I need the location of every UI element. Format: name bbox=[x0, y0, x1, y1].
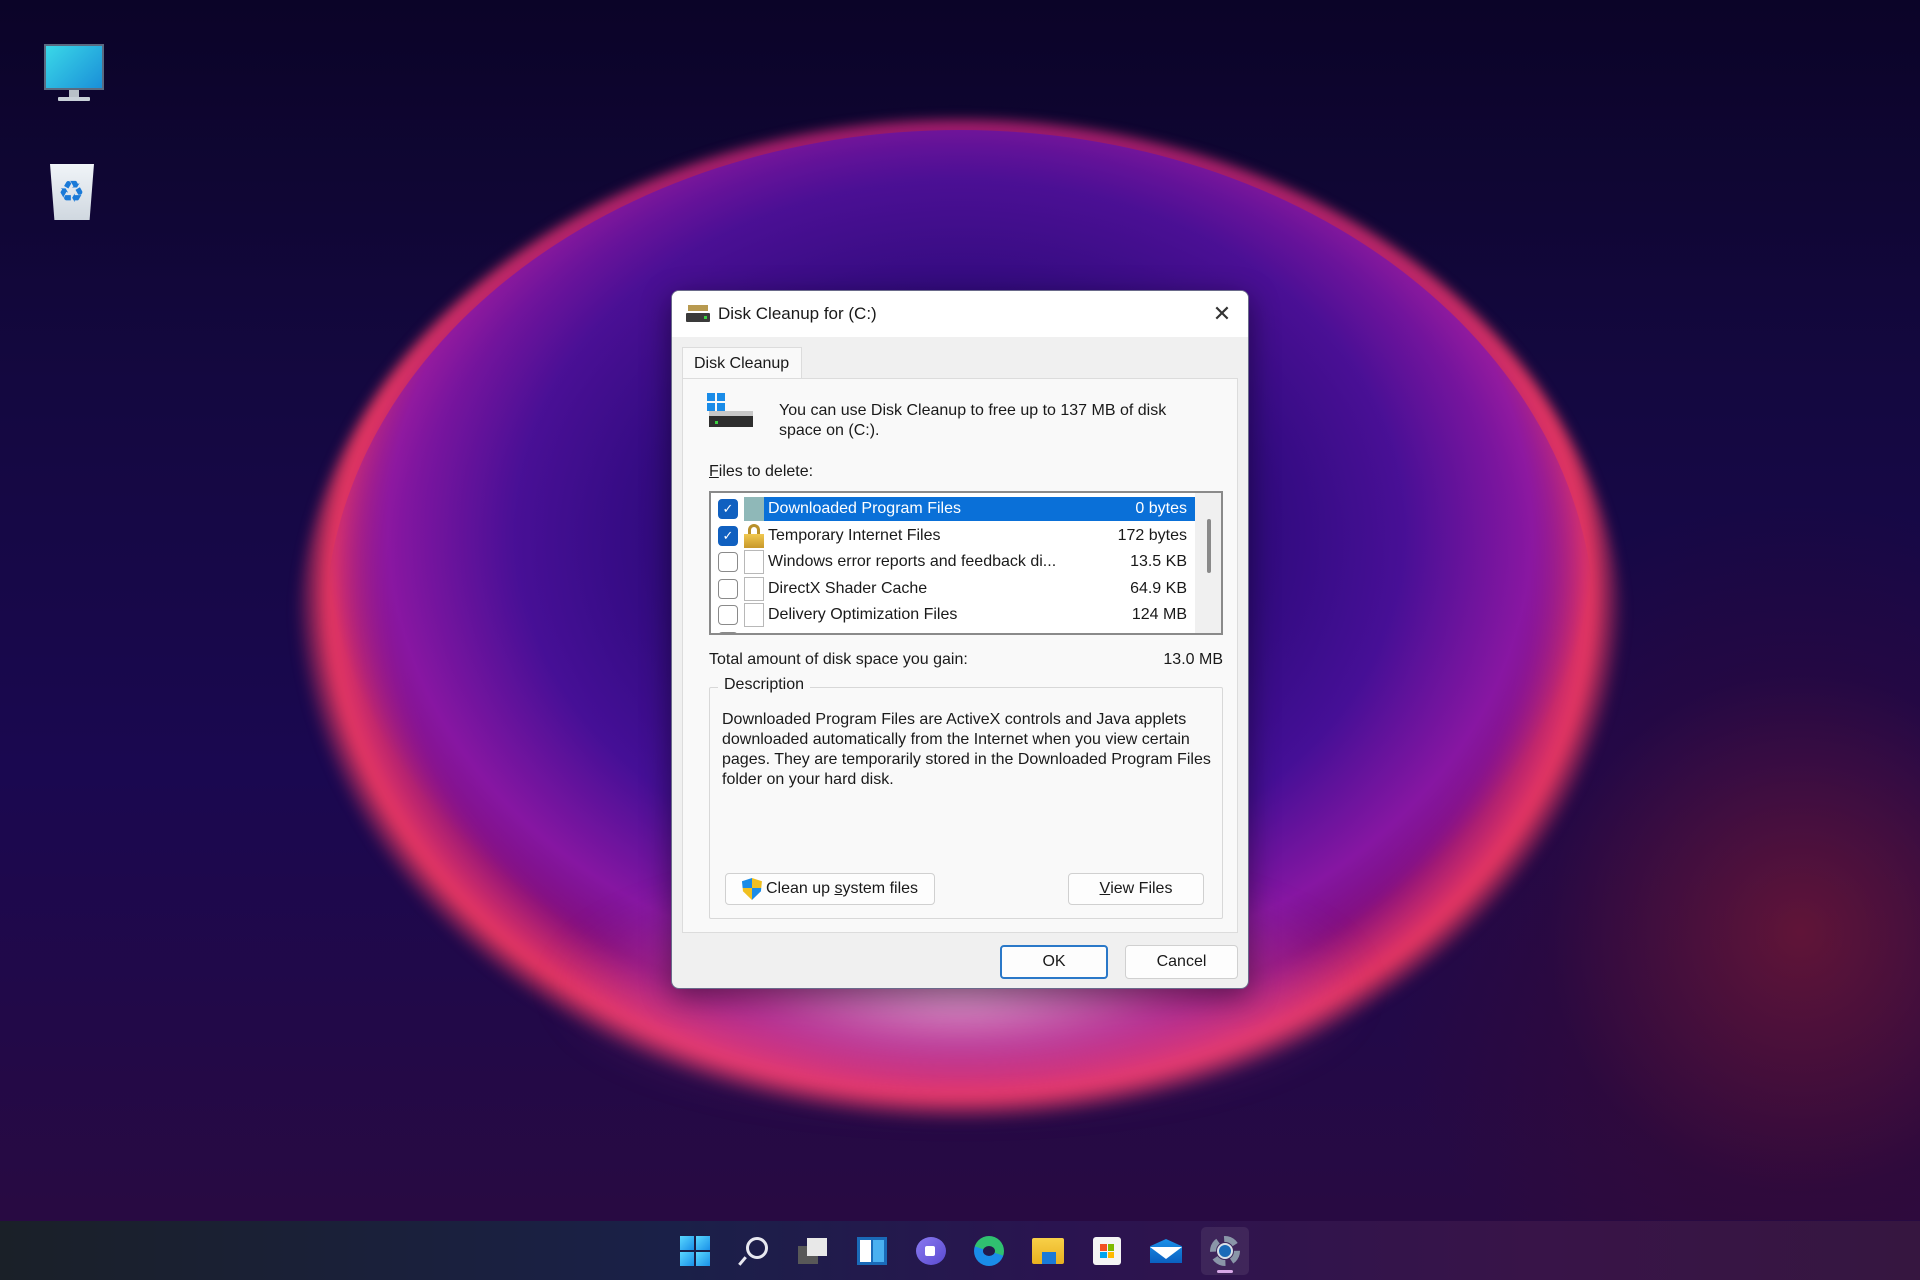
disk-cleanup-dialog: Disk Cleanup for (C:) ✕ Disk Cleanup You… bbox=[671, 290, 1249, 989]
clean-up-system-files-button[interactable]: Clean up s ystem files bbox=[725, 873, 935, 905]
total-gain-label: Total amount of disk space you gain: bbox=[709, 651, 968, 668]
file-checkbox[interactable] bbox=[718, 631, 738, 633]
desktop-icon-recycle-bin[interactable]: ♻ bbox=[42, 158, 114, 230]
running-indicator bbox=[1217, 1270, 1233, 1273]
taskbar-search[interactable] bbox=[730, 1227, 778, 1275]
intro-text: You can use Disk Cleanup to free up to 1… bbox=[779, 402, 1167, 439]
file-checkbox[interactable] bbox=[718, 578, 738, 599]
desktop-icon-this-pc[interactable] bbox=[40, 40, 112, 112]
file-name: Delivery Optimization Files bbox=[768, 606, 958, 623]
task-view-icon bbox=[798, 1238, 828, 1264]
files-to-delete-label: Files to delete: bbox=[709, 463, 814, 480]
taskbar-start[interactable] bbox=[671, 1227, 719, 1275]
taskbar-settings[interactable] bbox=[1201, 1227, 1249, 1275]
taskbar-microsoft-edge[interactable] bbox=[965, 1227, 1013, 1275]
store-icon bbox=[1093, 1237, 1121, 1265]
file-size: 0 bytes bbox=[1085, 497, 1195, 521]
chat-icon bbox=[916, 1237, 946, 1265]
file-explorer-icon bbox=[1032, 1238, 1064, 1264]
close-button[interactable]: ✕ bbox=[1196, 291, 1248, 337]
ok-button[interactable]: OK bbox=[1000, 945, 1108, 979]
list-scrollbar[interactable] bbox=[1195, 493, 1221, 633]
lock-icon bbox=[744, 523, 764, 548]
taskbar-file-explorer[interactable] bbox=[1024, 1227, 1072, 1275]
scrollbar-thumb[interactable] bbox=[1207, 519, 1211, 573]
search-icon bbox=[743, 1237, 768, 1262]
file-name: Windows error reports and feedback di... bbox=[768, 553, 1057, 570]
description-text: Downloaded Program Files are ActiveX con… bbox=[722, 711, 1211, 788]
cancel-button[interactable]: Cancel bbox=[1125, 945, 1238, 979]
document-icon bbox=[744, 603, 764, 627]
file-checkbox[interactable] bbox=[718, 605, 738, 625]
mail-icon bbox=[1150, 1239, 1182, 1263]
file-checkbox[interactable]: ✓ bbox=[718, 525, 738, 546]
dialog-title: Disk Cleanup for (C:) bbox=[718, 304, 877, 323]
widgets-icon bbox=[857, 1237, 887, 1265]
file-list-item[interactable]: ✓ Temporary Internet Files 172 bytes bbox=[711, 523, 1195, 549]
file-name: DirectX Shader Cache bbox=[768, 579, 928, 597]
file-checkbox[interactable] bbox=[718, 552, 738, 572]
total-gain-value: 13.0 MB bbox=[1163, 651, 1223, 668]
taskbar bbox=[0, 1221, 1920, 1280]
file-size: 172 bytes bbox=[1117, 526, 1187, 544]
taskbar-chat[interactable] bbox=[907, 1227, 955, 1275]
file-size: 64.9 KB bbox=[1130, 579, 1187, 597]
file-name: Downloaded Program Files bbox=[764, 497, 1085, 521]
file-size: 13.5 KB bbox=[1130, 553, 1187, 570]
windows-start-icon bbox=[680, 1236, 710, 1266]
description-legend: Description bbox=[718, 676, 811, 694]
taskbar-mail[interactable] bbox=[1142, 1227, 1190, 1275]
file-checkbox[interactable]: ✓ bbox=[718, 499, 738, 519]
uac-shield-icon bbox=[741, 878, 762, 900]
view-files-button[interactable]: View Files bbox=[1068, 873, 1204, 905]
files-to-delete-list[interactable]: ✓ Downloaded Program Files 0 bytes ✓ Tempora… bbox=[709, 491, 1223, 635]
file-list-item[interactable]: Delivery Optimization Files 124 MB bbox=[711, 602, 1195, 628]
file-list-item[interactable]: DirectX Shader Cache 64.9 KB bbox=[711, 576, 1195, 602]
description-group: Description Downloaded Program Files are… bbox=[709, 676, 1223, 919]
file-list-item[interactable]: Windows error reports and feedback di...… bbox=[711, 549, 1195, 575]
document-icon bbox=[744, 550, 764, 574]
taskbar-task-view[interactable] bbox=[789, 1227, 837, 1275]
tab-disk-cleanup[interactable]: Disk Cleanup bbox=[682, 347, 802, 379]
file-name: Temporary Internet Files bbox=[768, 526, 941, 544]
close-icon: ✕ bbox=[1212, 301, 1232, 326]
taskbar-microsoft-store[interactable] bbox=[1083, 1227, 1131, 1275]
folder-icon bbox=[744, 497, 764, 521]
file-list-item[interactable] bbox=[711, 629, 1195, 633]
hard-drive-icon bbox=[707, 393, 753, 435]
tab-panel: You can use Disk Cleanup to free up to 1… bbox=[682, 378, 1238, 933]
disk-cleanup-icon bbox=[686, 305, 710, 323]
document-icon bbox=[744, 576, 764, 601]
settings-gear-icon bbox=[1210, 1236, 1240, 1266]
title-bar[interactable]: Disk Cleanup for (C:) ✕ bbox=[672, 291, 1248, 337]
file-size: 124 MB bbox=[1131, 606, 1187, 623]
file-list-item[interactable]: ✓ Downloaded Program Files 0 bytes bbox=[711, 496, 1195, 522]
edge-icon bbox=[974, 1236, 1004, 1266]
taskbar-widgets[interactable] bbox=[848, 1227, 896, 1275]
